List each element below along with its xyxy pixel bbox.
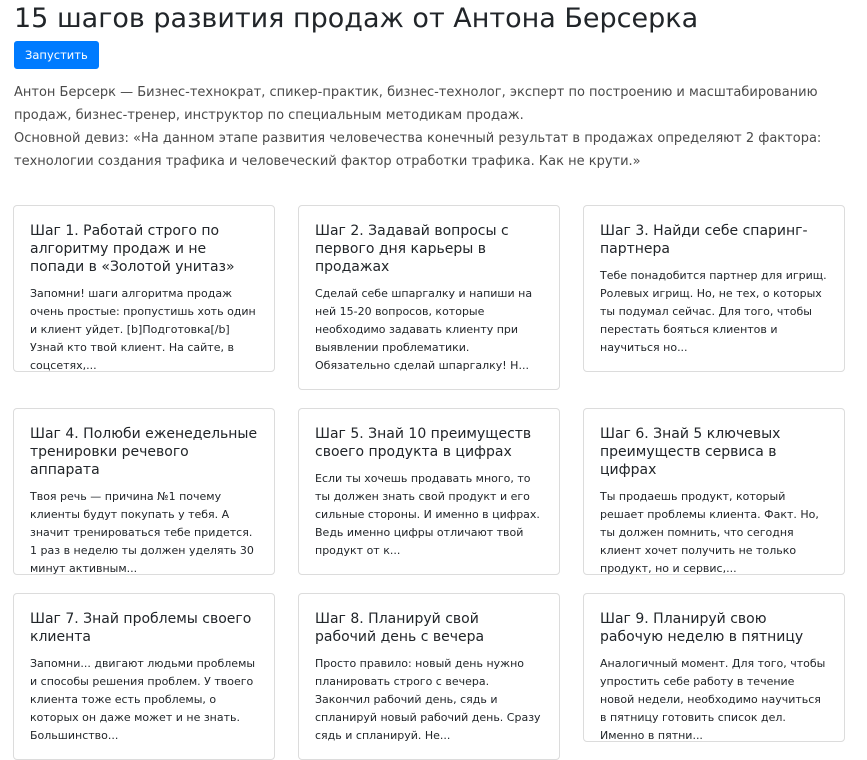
- step-card-9[interactable]: Шаг 9. Планируй свою рабочую неделю в пя…: [583, 593, 845, 742]
- page-title: 15 шагов развития продаж от Антона Берсе…: [14, 3, 699, 34]
- step-card-text: Просто правило: новый день нужно планиро…: [315, 657, 541, 742]
- step-card-4[interactable]: Шаг 4. Полюби еженедельные тренировки ре…: [13, 408, 275, 575]
- run-button[interactable]: Запустить: [14, 41, 99, 69]
- step-card-title: Шаг 6. Знай 5 ключевых преимуществ серви…: [600, 426, 781, 478]
- step-card-text: Аналогичный момент. Для того, чтобы упро…: [600, 657, 826, 742]
- step-card-title: Шаг 8. Планируй свой рабочий день с вече…: [315, 611, 485, 645]
- step-card-1[interactable]: Шаг 1. Работай строго по алгоритму прода…: [13, 205, 275, 372]
- step-card-text: Сделай себе шпаргалку и напиши на ней 15…: [315, 287, 533, 372]
- step-card-text: Если ты хочешь продавать много, то ты до…: [315, 472, 540, 557]
- step-card-title: Шаг 9. Планируй свою рабочую неделю в пя…: [600, 611, 804, 645]
- step-card-6[interactable]: Шаг 6. Знай 5 ключевых преимуществ серви…: [583, 408, 845, 575]
- intro-bio: Антон Берсерк — Бизнес-технократ, спикер…: [14, 85, 818, 123]
- step-card-3[interactable]: Шаг 3. Найди себе спаринг-партнера Тебе …: [583, 205, 845, 372]
- step-card-text: Запомни! шаги алгоритма продаж очень про…: [30, 287, 256, 372]
- step-card-title: Шаг 4. Полюби еженедельные тренировки ре…: [30, 426, 258, 478]
- step-card-text: Тебе понадобится партнер для игрищ. Роле…: [600, 269, 827, 354]
- step-card-title: Шаг 2. Задавай вопросы с первого дня кар…: [315, 223, 509, 275]
- step-card-2[interactable]: Шаг 2. Задавай вопросы с первого дня кар…: [298, 205, 560, 390]
- step-card-text: Твоя речь — причина №1 почему клиенты бу…: [30, 490, 254, 575]
- step-card-8[interactable]: Шаг 8. Планируй свой рабочий день с вече…: [298, 593, 560, 760]
- intro-motto: Основной девиз: «На данном этапе развити…: [14, 131, 822, 169]
- step-card-7[interactable]: Шаг 7. Знай проблемы своего клиента Запо…: [13, 593, 275, 760]
- step-card-text: Запомни... двигают людьми проблемы и спо…: [30, 657, 256, 742]
- step-card-title: Шаг 7. Знай проблемы своего клиента: [30, 611, 252, 645]
- step-card-text: Ты продаешь продукт, который решает проб…: [600, 490, 819, 575]
- step-card-title: Шаг 3. Найди себе спаринг-партнера: [600, 223, 808, 257]
- step-card-5[interactable]: Шаг 5. Знай 10 преимуществ своего продук…: [298, 408, 560, 575]
- intro-text: Антон Берсерк — Бизнес-технократ, спикер…: [14, 81, 854, 173]
- step-card-title: Шаг 1. Работай строго по алгоритму прода…: [30, 223, 235, 275]
- step-card-title: Шаг 5. Знай 10 преимуществ своего продук…: [315, 426, 532, 460]
